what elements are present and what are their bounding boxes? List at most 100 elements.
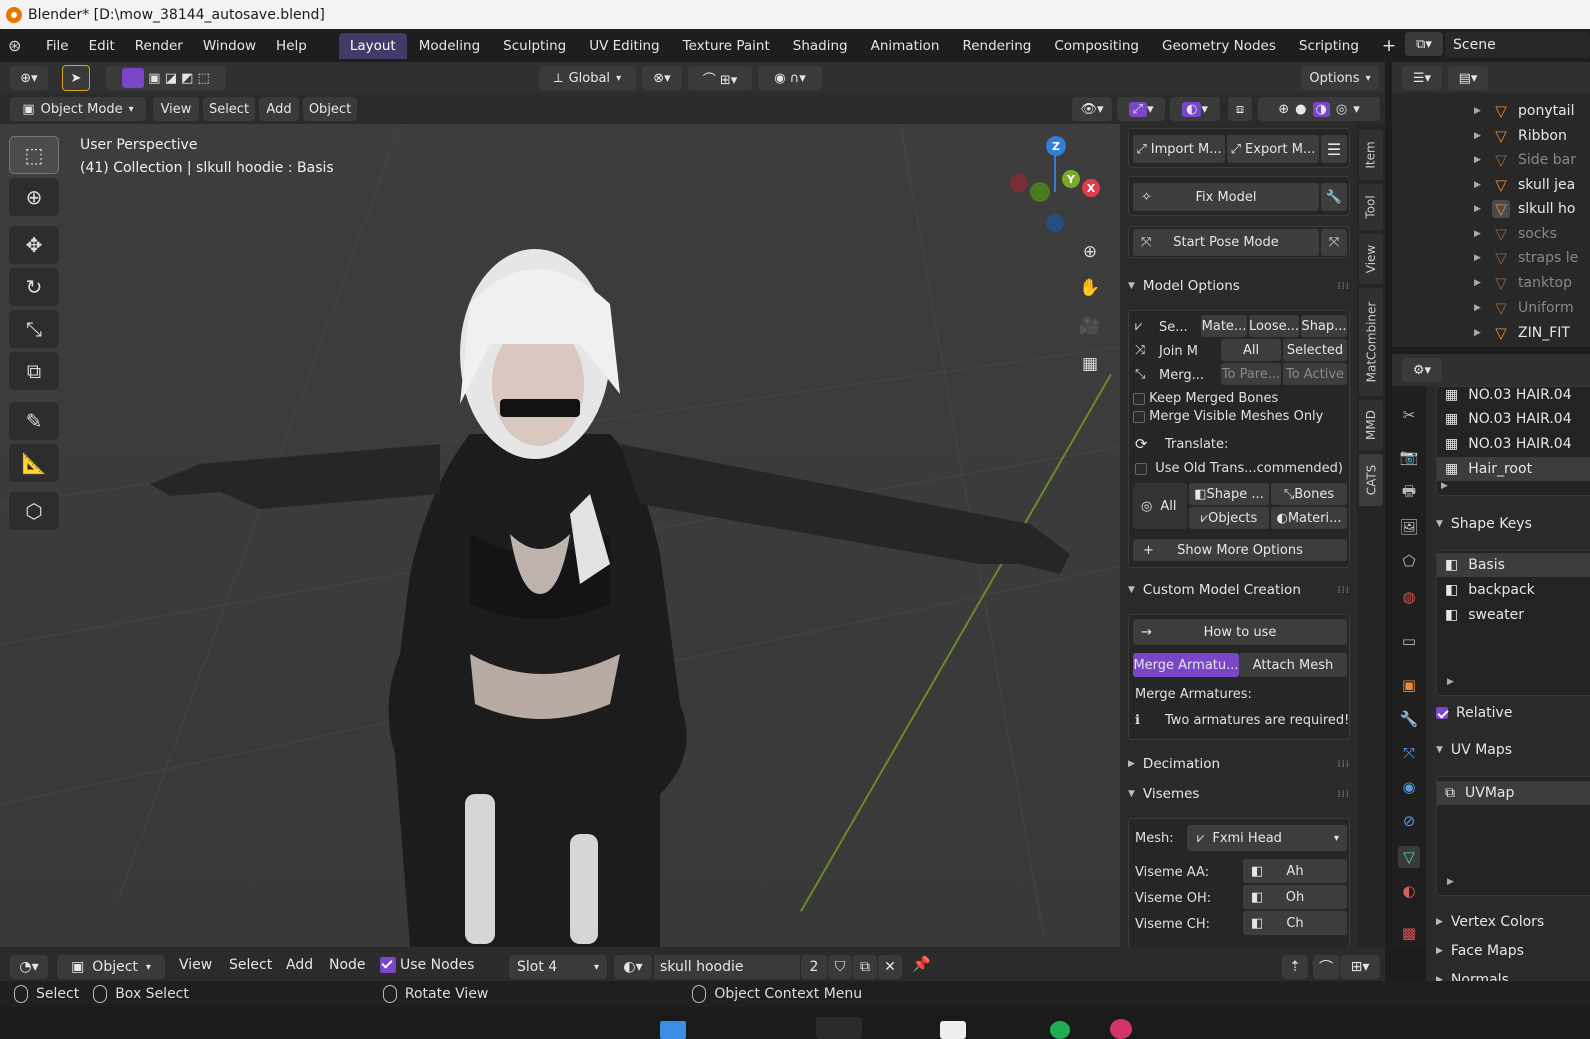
list-item-selected[interactable]: ▦ Hair_root <box>1437 457 1590 481</box>
tab-shading[interactable]: Shading <box>782 33 859 59</box>
snap-options-icon[interactable]: ⊞▾ <box>1340 955 1380 979</box>
zoom-icon[interactable]: ⊕ <box>1074 236 1106 268</box>
outliner-item[interactable]: ▶ ▽ ZIN_FIT <box>1392 321 1590 345</box>
start-pose-mode-button[interactable]: ⤧ Start Pose Mode <box>1133 229 1319 256</box>
tool-tab-icon[interactable]: ✂ <box>1398 404 1420 426</box>
join-all-button[interactable]: All <box>1221 339 1281 361</box>
scene-field[interactable]: Scene <box>1445 32 1590 58</box>
taskbar-app-icon[interactable] <box>1110 1019 1132 1039</box>
outliner-item[interactable]: ▶ ▽ Ribbon <box>1392 124 1590 148</box>
rotate-tool-icon[interactable]: ↻ <box>9 268 59 306</box>
ortho-grid-icon[interactable]: ▦ <box>1074 348 1106 380</box>
overlay-toggle-icon[interactable]: ◐ ▾ <box>1170 97 1220 121</box>
mesh-data-tab-icon[interactable]: ▽ <box>1398 846 1420 868</box>
navigation-gizmo[interactable]: Z Y X <box>1010 134 1110 244</box>
tab-modeling[interactable]: Modeling <box>408 33 491 59</box>
windows-start-icon[interactable] <box>660 1021 686 1039</box>
solid-shading-icon[interactable]: ● <box>1295 102 1306 117</box>
view-layer-tab-icon[interactable]: 🖼 <box>1398 516 1420 538</box>
output-tab-icon[interactable]: 🖶 <box>1398 482 1420 504</box>
fix-model-button[interactable]: ✧ Fix Model <box>1133 183 1319 211</box>
translate-shapekeys-button[interactable]: ◧ Shape ... <box>1189 483 1269 505</box>
menu-view[interactable]: View <box>153 97 199 121</box>
menu-edit[interactable]: Edit <box>79 38 125 54</box>
viseme-oh-field[interactable]: ◧ Oh <box>1243 885 1347 909</box>
translate-materials-button[interactable]: ◐ Materi... <box>1271 507 1347 529</box>
add-cube-tool-icon[interactable]: ⬡ <box>9 492 59 530</box>
merge-to-active-button[interactable]: To Active <box>1283 363 1347 385</box>
annotate-tool-icon[interactable]: ✎ <box>9 402 59 440</box>
snap-magnet-icon[interactable]: ⌒ <box>1313 955 1339 979</box>
list-item[interactable]: ▦ NO.03 HAIR.04 <box>1445 407 1590 431</box>
constraints-tab-icon[interactable]: ⊘ <box>1398 810 1420 832</box>
list-item-selected[interactable]: ◧ Basis <box>1437 553 1590 577</box>
outliner-item[interactable]: ▶ ▽ straps le <box>1392 246 1590 270</box>
tab-cats[interactable]: CATS <box>1359 454 1383 506</box>
vertex-colors-header[interactable]: ▶ Vertex Colors <box>1436 910 1544 934</box>
viseme-mesh-dropdown[interactable]: ⩗ Fxmi Head ▾ <box>1187 825 1347 851</box>
pivot-point-icon[interactable]: ⊗▾ <box>642 66 682 90</box>
tab-geometry-nodes[interactable]: Geometry Nodes <box>1151 33 1287 59</box>
outliner-item[interactable]: ▶ ▽ ponytail <box>1392 99 1590 123</box>
scene-tab-icon[interactable]: ⬠ <box>1398 550 1420 572</box>
menu-help[interactable]: Help <box>266 38 317 54</box>
menu-select[interactable]: Select <box>203 97 255 121</box>
editor-type-icon[interactable]: ◔▾ <box>10 955 48 979</box>
translate-objects-button[interactable]: ⩗ Objects <box>1189 507 1269 529</box>
outliner-item[interactable]: ▶ ▽ Uniform <box>1392 296 1590 320</box>
physics-tab-icon[interactable]: ◉ <box>1398 776 1420 798</box>
measure-tool-icon[interactable]: 📐 <box>9 444 59 482</box>
neg-x-axis-icon[interactable] <box>1010 174 1028 192</box>
material-tab-icon[interactable]: ◐ <box>1398 880 1420 902</box>
relative-checkbox[interactable]: Relative <box>1436 701 1590 725</box>
use-old-translate-checkbox[interactable]: Use Old Trans...commended) <box>1135 461 1343 476</box>
unlink-material-icon[interactable]: ✕ <box>878 955 902 979</box>
parent-node-tree-icon[interactable]: ⇡ <box>1282 955 1308 979</box>
snap-icon[interactable]: ⌒ ⊞▾ <box>688 66 752 90</box>
list-item[interactable]: ▦ NO.03 HAIR.04 <box>1445 386 1590 407</box>
outliner-item[interactable]: ▶ ▽ skull jea <box>1392 173 1590 197</box>
translate-all-button[interactable]: ◎ All <box>1133 483 1187 529</box>
properties-editor-type-icon[interactable]: ⚙▾ <box>1402 358 1442 382</box>
menu-view[interactable]: View <box>179 957 212 973</box>
wireframe-shading-icon[interactable]: ⊕ <box>1278 102 1289 117</box>
taskbar-app-icon[interactable] <box>1050 1021 1070 1039</box>
cursor-tool-icon[interactable]: ⊕ <box>9 178 59 216</box>
separate-shapes-button[interactable]: Shap... <box>1301 315 1347 337</box>
material-name-field[interactable]: skull hoodie <box>654 955 800 979</box>
join-selected-button[interactable]: Selected <box>1283 339 1347 361</box>
shape-keys-header[interactable]: ▼ Shape Keys <box>1436 512 1532 536</box>
tab-rendering[interactable]: Rendering <box>951 33 1042 59</box>
material-browse-icon[interactable]: ◐▾ <box>614 955 652 979</box>
export-model-button[interactable]: ⤢ Export M... <box>1227 135 1319 163</box>
x-axis-icon[interactable]: X <box>1082 179 1100 197</box>
use-nodes-checkbox[interactable]: Use Nodes <box>380 957 474 973</box>
collection-tab-icon[interactable]: ▭ <box>1398 630 1420 652</box>
material-users-count[interactable]: 2 <box>801 955 827 979</box>
translate-bones-button[interactable]: ⤡ Bones <box>1271 483 1347 505</box>
tab-uv-editing[interactable]: UV Editing <box>578 33 670 59</box>
pan-hand-icon[interactable]: ✋ <box>1074 272 1106 304</box>
tab-texture-paint[interactable]: Texture Paint <box>672 33 781 59</box>
tab-animation[interactable]: Animation <box>860 33 951 59</box>
menu-add[interactable]: Add <box>286 957 313 973</box>
viseme-aa-field[interactable]: ◧ Ah <box>1243 859 1347 883</box>
separate-loose-button[interactable]: Loose... <box>1249 315 1299 337</box>
wrench-icon[interactable]: 🔧 <box>1321 183 1347 211</box>
menu-select[interactable]: Select <box>229 957 272 973</box>
menu-add[interactable]: Add <box>259 97 299 121</box>
slot-dropdown[interactable]: Slot 4 ▾ <box>509 955 607 979</box>
select-box-tool-icon[interactable]: ⬚ <box>9 136 59 174</box>
particles-tab-icon[interactable]: ⤧ <box>1398 742 1420 764</box>
uv-maps-header[interactable]: ▼ UV Maps <box>1436 738 1512 762</box>
visibility-icon[interactable]: 👁▾ <box>1072 97 1112 121</box>
face-maps-header[interactable]: ▶ Face Maps <box>1436 939 1524 963</box>
select-tool-icon[interactable]: ➤ <box>62 65 90 91</box>
add-workspace-button[interactable]: + <box>1371 31 1407 61</box>
character-model[interactable] <box>140 234 1120 947</box>
neg-z-axis-icon[interactable] <box>1046 214 1064 232</box>
neg-y-axis-icon[interactable] <box>1030 182 1050 202</box>
proportional-edit-icon[interactable]: ◉ ∩▾ <box>758 66 822 90</box>
transform-orientation-dropdown[interactable]: ⟂ Global ▾ <box>539 66 636 90</box>
list-item[interactable]: ▦ NO.03 HAIR.04 <box>1445 432 1590 456</box>
